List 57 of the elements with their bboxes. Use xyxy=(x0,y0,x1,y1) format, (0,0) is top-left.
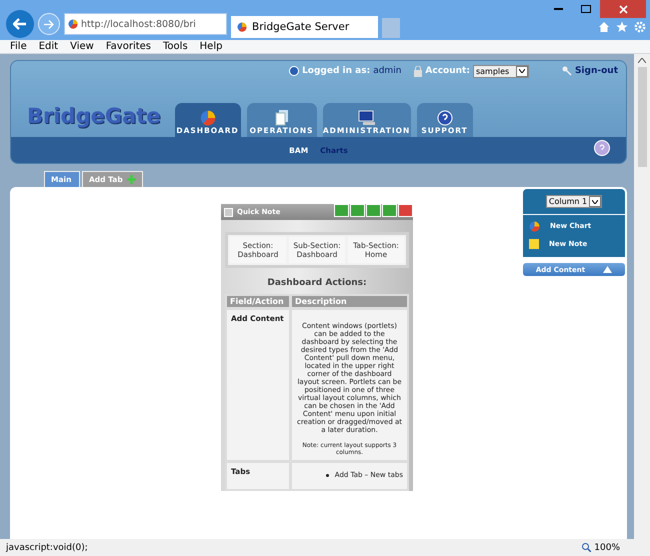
arrow-right-icon xyxy=(44,20,54,28)
logo: BridgeGate xyxy=(27,103,161,129)
caret-icon xyxy=(518,69,525,73)
scrollbar-thumb[interactable] xyxy=(638,67,646,167)
documents-icon xyxy=(274,110,289,126)
help-icon xyxy=(436,110,453,126)
zoom-level[interactable]: 100% xyxy=(594,542,620,552)
home-icon[interactable] xyxy=(598,21,610,33)
close-icon xyxy=(618,4,628,14)
maximize-icon xyxy=(581,5,591,13)
menu-item[interactable]: Favorites xyxy=(106,41,152,52)
star-icon[interactable] xyxy=(616,21,628,33)
close-button[interactable] xyxy=(600,0,646,18)
settings-icon[interactable] xyxy=(634,21,646,33)
portlet-menu-icon[interactable] xyxy=(224,208,233,216)
info-icon xyxy=(289,66,300,76)
account-select[interactable]: samples xyxy=(472,64,529,78)
column-header: Description xyxy=(292,296,407,307)
account-label: Account: xyxy=(425,66,470,76)
bullet-icon xyxy=(326,474,329,476)
menu-item[interactable]: Edit xyxy=(38,41,58,52)
actions-heading: Dashboard Actions: xyxy=(266,278,368,288)
address-text: http://localhost:8080/bri xyxy=(81,18,196,30)
pie-chart-icon xyxy=(237,22,247,32)
key-icon xyxy=(562,66,572,76)
pie-chart-icon xyxy=(200,110,216,126)
menu-item[interactable]: File xyxy=(10,41,27,52)
lock-icon xyxy=(414,66,422,76)
edit-button[interactable] xyxy=(334,204,349,217)
forward-button[interactable] xyxy=(38,13,60,35)
sign-out-link[interactable]: Sign-out xyxy=(574,66,618,76)
column-header: Field/Action xyxy=(227,296,289,307)
scroll-up-icon[interactable] xyxy=(638,58,646,63)
help-icon[interactable] xyxy=(594,140,610,156)
triangle-icon xyxy=(603,266,612,273)
note-icon xyxy=(529,239,539,249)
status-text: javascript:void(0); xyxy=(6,542,88,552)
minimize-icon xyxy=(554,8,562,10)
menu-item[interactable]: Tools xyxy=(163,41,188,52)
settings-button[interactable] xyxy=(350,204,365,217)
zoom-icon[interactable] xyxy=(582,543,592,552)
pie-chart-icon xyxy=(529,220,540,232)
browser-tab[interactable]: BridgeGate Server xyxy=(231,16,378,38)
column-select[interactable]: Column 1 xyxy=(546,195,602,208)
scrollbar[interactable] xyxy=(634,54,650,539)
back-button[interactable] xyxy=(6,10,34,38)
arrow-left-icon xyxy=(13,18,27,30)
menu-item[interactable]: Help xyxy=(200,41,222,52)
username: admin xyxy=(373,66,402,76)
menu-item[interactable]: View xyxy=(70,41,94,52)
plus-icon xyxy=(126,175,136,184)
address-bar[interactable]: http://localhost:8080/bri xyxy=(64,13,227,35)
caret-icon xyxy=(592,200,598,204)
pie-chart-icon xyxy=(68,19,78,29)
monitor-icon xyxy=(358,110,376,126)
close-button[interactable] xyxy=(398,204,413,217)
logged-in-label: Logged in as: xyxy=(302,66,370,76)
